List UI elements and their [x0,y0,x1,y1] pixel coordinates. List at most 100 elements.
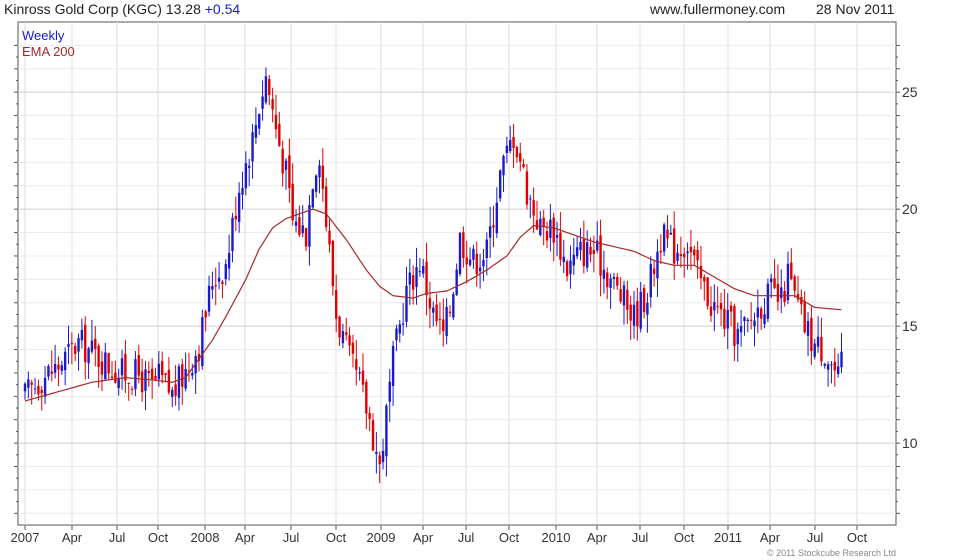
x-tick-label: Oct [499,530,520,545]
candle-body-up [308,205,311,247]
candle-body-up [562,256,565,263]
candle-body-down [124,353,127,381]
candle-body-down [719,302,723,310]
candle-body-up [244,163,248,189]
candle-body-down [428,298,432,309]
candle-body-down [160,361,164,376]
candle-body-down [492,225,495,228]
candle-body-up [575,247,579,257]
candle-body-down [234,215,238,220]
x-tick-label: Apr [587,530,608,545]
candlestick-chart: 10 15 20 25 2007 Apr Jul Oct 2008 Apr Jul Oct 2009 Ap… [11,21,918,545]
candle-body-down [181,364,184,387]
candle-body-down [693,249,696,256]
candle-body-up [840,351,843,368]
candle-body-up [739,325,743,333]
candle-body-up [231,217,234,252]
candle-body-up [806,321,810,336]
candle-body-up [301,225,304,234]
candle-body-down [298,216,301,235]
candle-body-down [716,306,719,308]
candle-body-up [572,254,575,266]
candle-body-down [345,332,348,335]
candle-body-up [117,377,120,388]
candle-body-up [726,310,729,329]
candle-body-down [365,381,368,414]
candle-body-up [746,319,750,322]
x-tick-label: 2009 [367,530,396,545]
candle-body-down [281,148,284,174]
candle-body-down [271,99,274,110]
candle-body-up [191,372,194,376]
x-tick-label: 2007 [11,530,40,545]
x-tick-label: Apr [62,530,83,545]
candle-body-up [207,285,211,312]
chart-page: Kinross Gold Corp (KGC) 13.28 +0.54 www.… [0,0,980,560]
candle-body-up [816,336,820,347]
candle-body-up [217,277,221,282]
candle-body-up [529,198,532,200]
candle-body-up [314,175,318,192]
candle-body-down [351,342,355,354]
candle-body-up [144,369,147,391]
candle-body-down [174,384,177,396]
candle-body-down [164,373,167,375]
y-tick-label: 10 [902,435,918,451]
candle-body-down [204,311,207,318]
candle-body-down [37,385,40,395]
candle-body-down [659,250,662,253]
candle-body-up [753,320,756,327]
candle-body-up [415,267,418,288]
candle-body-down [462,232,465,258]
candle-body-up [662,224,666,252]
candle-body-down [84,324,87,363]
candle-body-down [729,305,733,312]
candle-body-up [836,366,840,374]
candle-body-down [810,317,813,352]
candle-body-up [632,304,636,326]
candle-body-down [338,316,341,338]
x-tick-label: 2011 [714,530,742,545]
candle-body-down [331,240,335,287]
candle-body-up [318,165,321,178]
candle-body-down [465,257,468,265]
x-tick-label: Apr [413,530,434,545]
candle-body-up [502,155,505,176]
candle-body-up [398,324,401,334]
candle-body-up [622,285,626,306]
candle-body-up [445,307,448,337]
candle-body-up [47,366,50,377]
candle-body-down [582,239,586,267]
candle-body-up [813,343,816,357]
candle-body-up [676,252,679,261]
candle-body-down [30,382,33,385]
x-tick-label: Oct [674,530,695,545]
candle-body-down [73,346,77,354]
candle-body-down [545,231,549,241]
candle-body-up [639,291,642,329]
candle-body-down [672,228,676,264]
candle-body-down [512,136,515,148]
candle-body-up [686,251,689,254]
y-tick-label: 15 [902,318,918,334]
candle-body-down [147,371,151,374]
candle-body-up [763,314,766,325]
candle-body-down [40,389,43,394]
candle-body-up [211,286,214,290]
candle-body-down [542,217,545,227]
candle-body-down [519,153,522,162]
candle-body-down [833,361,837,371]
candle-body-down [759,308,763,319]
candle-body-up [77,338,80,352]
candle-body-down [130,388,134,390]
candle-body-down [525,171,529,205]
candle-body-down [629,304,632,321]
candle-body-down [626,289,629,310]
candle-body-up [395,328,398,341]
candle-body-down [773,278,776,289]
legend-weekly: Weekly [22,28,65,43]
candle-body-down [606,272,609,288]
candle-body-down [348,335,351,346]
candle-body-up [227,252,231,269]
candle-body-up [646,302,649,315]
